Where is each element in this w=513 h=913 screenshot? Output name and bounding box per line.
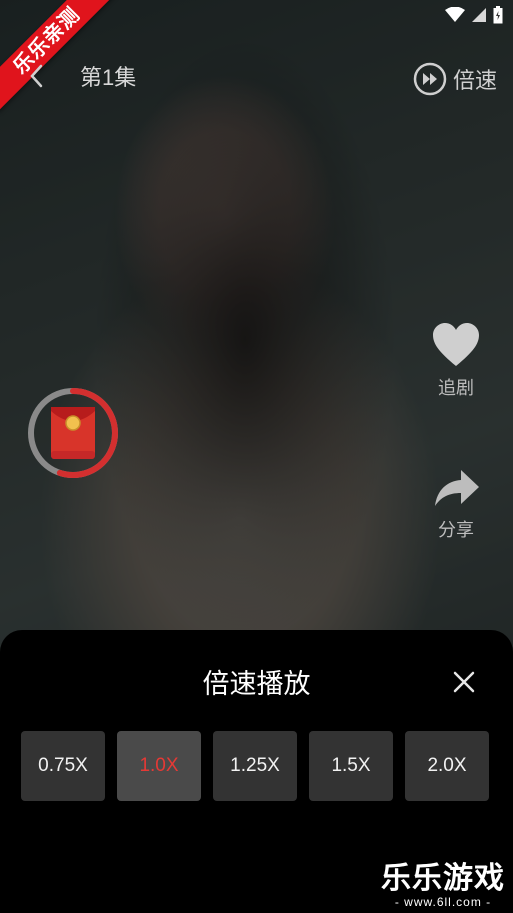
status-bar <box>445 6 503 24</box>
share-arrow-icon <box>435 470 479 506</box>
fast-forward-icon <box>413 62 447 96</box>
speed-option-1-5[interactable]: 1.5X <box>309 731 393 801</box>
speed-option-1-25[interactable]: 1.25X <box>213 731 297 801</box>
speed-button-label: 倍速 <box>452 68 497 93</box>
watermark-main: 乐乐游戏 <box>381 862 505 895</box>
speed-option-2-0[interactable]: 2.0X <box>405 731 489 801</box>
signal-icon <box>472 8 486 22</box>
site-watermark: 乐乐游戏 - www.6ll.com - <box>381 862 505 910</box>
speed-option-1-0[interactable]: 1.0X <box>117 731 201 801</box>
ribbon-text: 乐乐亲测 <box>0 0 118 112</box>
red-packet-timer[interactable] <box>25 385 121 481</box>
close-button[interactable] <box>450 668 478 696</box>
heart-icon <box>433 323 479 366</box>
watermark-url: - www.6ll.com - <box>394 895 492 909</box>
sheet-title: 倍速播放 <box>202 669 311 699</box>
wifi-icon <box>445 7 465 22</box>
speed-options: 0.75X 1.0X 1.25X 1.5X 2.0X <box>21 731 489 801</box>
follow-label: 追剧 <box>438 378 474 398</box>
red-packet-icon <box>28 388 118 478</box>
follow-button[interactable]: 追剧 <box>428 322 484 400</box>
back-button[interactable] <box>26 62 46 90</box>
chevron-left-icon <box>30 64 43 88</box>
close-icon <box>453 671 475 693</box>
speed-button[interactable]: 倍速 <box>413 62 497 96</box>
episode-title: 第1集 <box>80 65 137 90</box>
share-label: 分享 <box>438 520 474 540</box>
battery-icon <box>493 6 503 24</box>
speed-option-0-75[interactable]: 0.75X <box>21 731 105 801</box>
share-button[interactable]: 分享 <box>428 466 484 542</box>
